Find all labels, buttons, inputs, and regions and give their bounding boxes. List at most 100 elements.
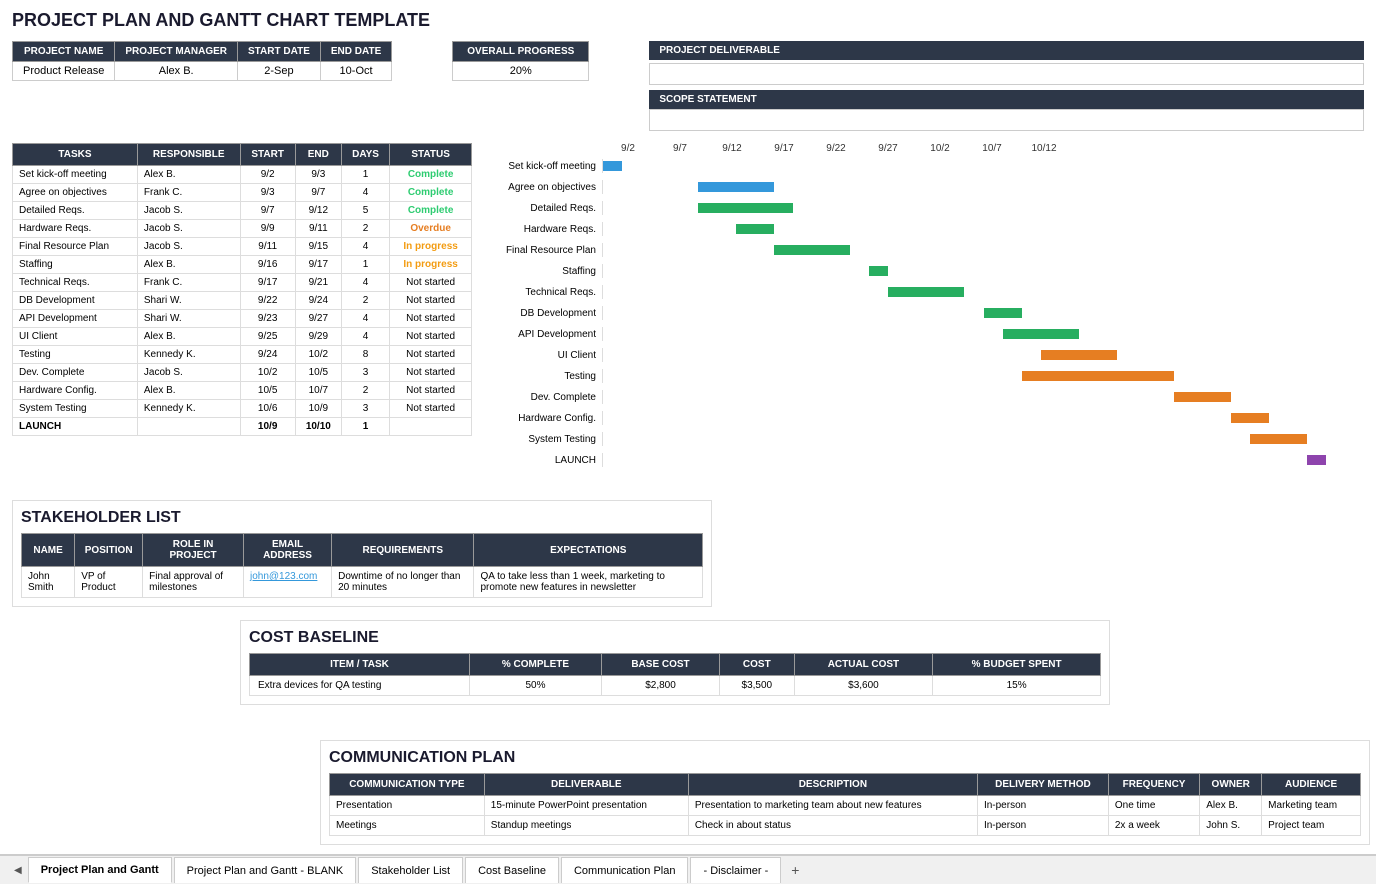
gantt-row-label: UI Client (482, 350, 602, 361)
task-cell: Not started (390, 364, 472, 382)
gantt-row-label: Dev. Complete (482, 392, 602, 403)
task-cell: Staffing (13, 256, 138, 274)
gantt-row-bars (602, 432, 1364, 446)
cost-col-cost: COST (720, 654, 795, 676)
task-cell: 4 (341, 310, 389, 328)
tab-add-button[interactable]: + (783, 860, 807, 880)
gantt-row-bars (602, 264, 1364, 278)
page-title: PROJECT PLAN AND GANTT CHART TEMPLATE (12, 10, 1364, 31)
email-link[interactable]: john@123.com (250, 571, 317, 582)
gantt-row-bars (602, 159, 1364, 173)
task-cell: Not started (390, 346, 472, 364)
task-cell: 9/12 (295, 202, 341, 220)
task-cell: 1 (341, 418, 389, 436)
tab-item[interactable]: Cost Baseline (465, 857, 559, 883)
gantt-header: 9/29/79/129/179/229/2710/210/710/12 (482, 143, 1364, 154)
gantt-row-bars (602, 201, 1364, 215)
task-cell: System Testing (13, 400, 138, 418)
tab-item[interactable]: Communication Plan (561, 857, 689, 883)
task-cell: Hardware Reqs. (13, 220, 138, 238)
cost-cell: $2,800 (601, 676, 719, 696)
task-cell: Jacob S. (137, 202, 240, 220)
task-cell (390, 418, 472, 436)
tab-item[interactable]: Stakeholder List (358, 857, 463, 883)
task-cell: 10/6 (240, 400, 295, 418)
gantt-row-bars (602, 369, 1364, 383)
comm-cell: Project team (1262, 816, 1361, 836)
gantt-row-label: Detailed Reqs. (482, 203, 602, 214)
task-cell: Alex B. (137, 382, 240, 400)
gantt-row-label: Set kick-off meeting (482, 161, 602, 172)
table-row: MeetingsStandup meetingsCheck in about s… (330, 816, 1361, 836)
task-cell: 2 (341, 382, 389, 400)
gantt-row-label: Hardware Reqs. (482, 224, 602, 235)
cost-cell: Extra devices for QA testing (250, 676, 470, 696)
gantt-date-label: 10/12 (1018, 143, 1070, 154)
tasks-table: TASKS RESPONSIBLE START END DAYS STATUS … (12, 143, 472, 436)
gantt-date-label: 9/22 (810, 143, 862, 154)
gantt-bar (1231, 413, 1269, 423)
table-row: Dev. CompleteJacob S.10/210/53Not starte… (13, 364, 472, 382)
task-cell: Detailed Reqs. (13, 202, 138, 220)
gantt-row-label: System Testing (482, 434, 602, 445)
gantt-row: UI Client (482, 345, 1364, 365)
cost-col-base: BASE COST (601, 654, 719, 676)
gantt-bar (869, 266, 888, 276)
overall-progress-val: 20% (453, 62, 589, 81)
task-cell: 1 (341, 256, 389, 274)
gantt-row-bars (602, 411, 1364, 425)
task-cell: 9/25 (240, 328, 295, 346)
task-cell (137, 418, 240, 436)
comm-cell: In-person (977, 816, 1108, 836)
task-cell: 9/17 (240, 274, 295, 292)
gantt-date-label: 10/2 (914, 143, 966, 154)
task-col-start: START (240, 144, 295, 166)
task-cell: LAUNCH (13, 418, 138, 436)
project-info-table: PROJECT NAME PROJECT MANAGER START DATE … (12, 41, 392, 81)
tasks-section: TASKS RESPONSIBLE START END DAYS STATUS … (12, 143, 472, 471)
task-cell: Hardware Config. (13, 382, 138, 400)
gantt-row-label: Technical Reqs. (482, 287, 602, 298)
gantt-date-label: 9/17 (758, 143, 810, 154)
stake-col-role: ROLE IN PROJECT (143, 534, 244, 567)
task-cell: 9/9 (240, 220, 295, 238)
task-cell: 1 (341, 166, 389, 184)
progress-area: OVERALL PROGRESS 20% (452, 41, 589, 131)
tab-scroll-left[interactable]: ◀ (10, 863, 26, 878)
table-row: John SmithVP of ProductFinal approval of… (22, 567, 703, 598)
cost-col-actual: ACTUAL COST (794, 654, 933, 676)
task-cell: 9/11 (295, 220, 341, 238)
task-cell: In progress (390, 256, 472, 274)
task-cell: Not started (390, 328, 472, 346)
task-cell: 9/11 (240, 238, 295, 256)
comm-section: COMMUNICATION PLAN COMMUNICATION TYPE DE… (320, 740, 1370, 845)
task-cell: 9/21 (295, 274, 341, 292)
task-cell: Not started (390, 400, 472, 418)
gantt-row-label: Staffing (482, 266, 602, 277)
task-cell: Alex B. (137, 328, 240, 346)
gantt-bar (774, 245, 850, 255)
cost-cell: 50% (469, 676, 601, 696)
gantt-row-bars (602, 222, 1364, 236)
stake-cell: VP of Product (75, 567, 143, 598)
task-cell: 4 (341, 184, 389, 202)
tab-item[interactable]: Project Plan and Gantt - BLANK (174, 857, 357, 883)
gantt-row: Testing (482, 366, 1364, 386)
gantt-row-label: Hardware Config. (482, 413, 602, 424)
task-cell: 10/2 (240, 364, 295, 382)
task-cell: In progress (390, 238, 472, 256)
comm-cell: John S. (1200, 816, 1262, 836)
tab-item[interactable]: - Disclaimer - (690, 857, 781, 883)
gantt-row: Dev. Complete (482, 387, 1364, 407)
tab-item[interactable]: Project Plan and Gantt (28, 857, 172, 883)
task-cell: Not started (390, 274, 472, 292)
table-row: Set kick-off meetingAlex B.9/29/31Comple… (13, 166, 472, 184)
gantt-bar (1250, 434, 1307, 444)
task-cell: Complete (390, 166, 472, 184)
comm-cell: Check in about status (688, 816, 977, 836)
col-project-name: PROJECT NAME (13, 42, 115, 62)
gantt-row-bars (602, 180, 1364, 194)
task-cell: DB Development (13, 292, 138, 310)
task-col-task: TASKS (13, 144, 138, 166)
cost-section: COST BASELINE ITEM / TASK % COMPLETE BAS… (240, 620, 1110, 705)
